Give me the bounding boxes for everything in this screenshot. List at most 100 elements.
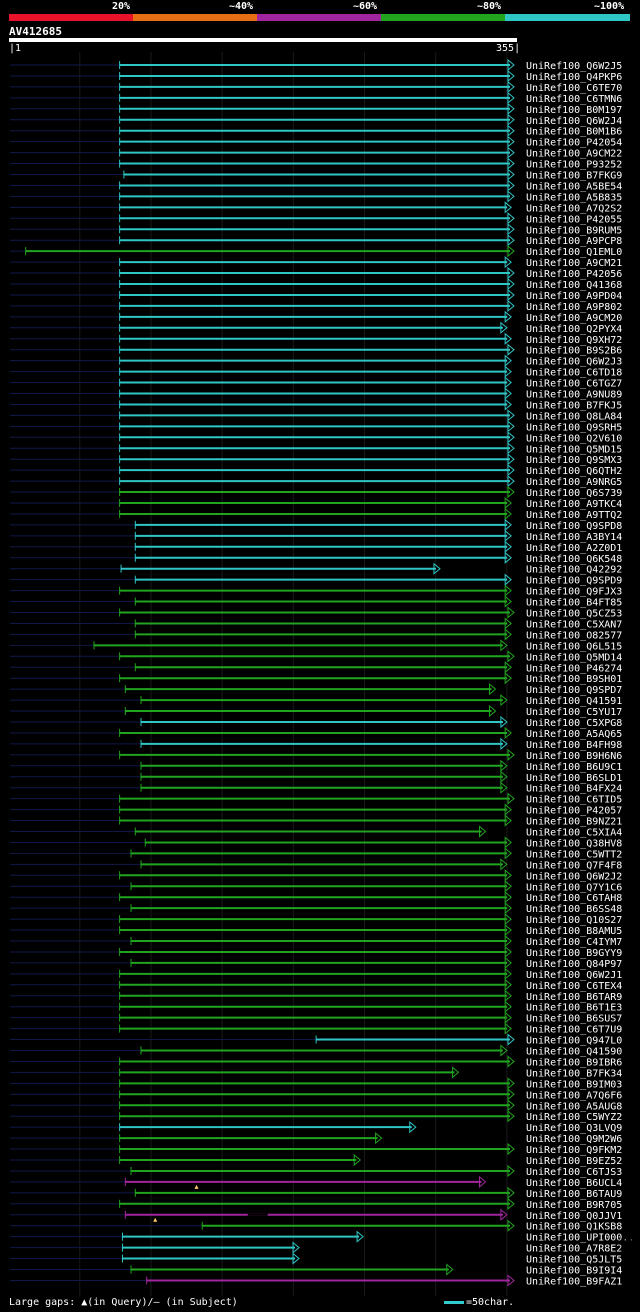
hit-label: UniRef100_Q0JJV1 [526, 1211, 622, 1222]
hit-label: UniRef100_A5AQ65 [526, 729, 622, 740]
hit-label: UniRef100_Q9FKM2 [526, 1145, 622, 1156]
hit-label: UniRef100_B9S2B6 [526, 346, 622, 357]
hit-label: UniRef100_B7FK34 [526, 1068, 622, 1079]
hit-label: UniRef100_Q6W2J4 [526, 116, 622, 127]
hit-label: UniRef100_A9PD04 [526, 291, 622, 302]
hit-label: UniRef100_O82577 [526, 630, 622, 641]
hit-label: UniRef100_Q8LA84 [526, 411, 622, 422]
hit-label: UniRef100_C6TGZ7 [526, 379, 622, 390]
hit-label: UniRef100_A5AUG8 [526, 1101, 622, 1112]
hit-label: UniRef100_B9GYY9 [526, 948, 622, 959]
hit-label: UniRef100_P42054 [526, 138, 622, 149]
hit-label: UniRef100_C5XAN7 [526, 619, 622, 630]
hit-label: UniRef100_C5XPG8 [526, 718, 622, 729]
scale-text: =50char. [466, 1297, 515, 1308]
hit-label: UniRef100_A9CM21 [526, 258, 622, 269]
hit-label: UniRef100_Q1KSB8 [526, 1222, 622, 1233]
hit-label: UniRef100_A9CM22 [526, 149, 622, 160]
hit-label: UniRef100_Q84P97 [526, 959, 622, 970]
hit-label: UniRef100_C6TID5 [526, 795, 622, 806]
hit-label: UniRef100_Q6W2J5 [526, 61, 622, 72]
hit-label: UniRef100_P42056 [526, 269, 622, 280]
hit-label: UniRef100_Q6L515 [526, 641, 622, 652]
hit-label: UniRef100_Q7Y1C6 [526, 882, 622, 893]
scale-legend: =50char. [444, 1297, 514, 1308]
gap-legend: Large gaps: ▲(in Query)/– (in Subject) [9, 1297, 238, 1308]
hit-label: UniRef100_B6UCL4 [526, 1178, 622, 1189]
hit-label: UniRef100_C6TAH8 [526, 893, 622, 904]
hit-label: UniRef100_A9NU89 [526, 390, 622, 401]
hit-label: UniRef100_A2Z0D1 [526, 543, 622, 554]
hit-label: UniRef100_Q42292 [526, 565, 622, 576]
alignment-hits-plot: UniRef100_Q6W2J5UniRef100_Q4PKP6UniRef10… [10, 52, 634, 1296]
hit-label: UniRef100_B6TAU9 [526, 1189, 622, 1200]
hit-label: UniRef100_P42055 [526, 214, 622, 225]
query-gap-marker [153, 1217, 158, 1222]
identity-legend: 20% ~40% ~60% ~80% ~100% [0, 0, 640, 22]
hit-label: UniRef100_C6TJS3 [526, 1167, 622, 1178]
hit-label: UniRef100_B9EZ52 [526, 1156, 622, 1167]
hit-label: UniRef100_Q9M2W6 [526, 1134, 622, 1145]
query-gap-marker [194, 1184, 199, 1189]
legend-label-100: ~100% [594, 1, 625, 12]
hit-label: UniRef100_Q9SPD8 [526, 521, 622, 532]
hit-label: UniRef100_A5B835 [526, 192, 622, 203]
hit-label: UniRef100_Q5JLT5 [526, 1255, 622, 1266]
hit-label: UniRef100_B4FX24 [526, 784, 622, 795]
hit-label: UniRef100_B9FAZ1 [526, 1276, 622, 1287]
legend-segment-80 [381, 14, 505, 21]
legend-segment-20 [9, 14, 133, 21]
hit-label: UniRef100_C6TE70 [526, 83, 622, 94]
hit-label: UniRef100_B6SUS7 [526, 1014, 622, 1025]
hit-label: UniRef100_Q5MD15 [526, 444, 622, 455]
hit-label: UniRef100_C6TMN6 [526, 94, 622, 105]
hit-label: UniRef100_Q7F4F8 [526, 860, 622, 871]
legend-segment-60 [257, 14, 381, 21]
hit-label: UniRef100_P46274 [526, 663, 622, 674]
hit-label: UniRef100_C6TD18 [526, 368, 622, 379]
hit-label: UniRef100_Q947L0 [526, 1036, 622, 1047]
query-bar [9, 38, 517, 42]
hit-label: UniRef100_C4IYM7 [526, 937, 622, 948]
hit-label: UniRef100_Q10S27 [526, 915, 622, 926]
hit-label: UniRef100_A9TKC4 [526, 499, 622, 510]
hit-label: UniRef100_B0M197 [526, 105, 622, 116]
hit-label: UniRef100_B9R705 [526, 1200, 622, 1211]
legend-label-20: 20% [112, 1, 131, 12]
hit-label: UniRef100_B9NZ21 [526, 817, 622, 828]
hit-label: UniRef100_B0M1B6 [526, 127, 622, 138]
hit-label: UniRef100_A5BE54 [526, 181, 622, 192]
hit-label: UniRef100_Q4PKP6 [526, 72, 622, 83]
hit-label: UniRef100_Q3LVQ9 [526, 1123, 622, 1134]
hit-label: UniRef100_A7Q6F6 [526, 1090, 622, 1101]
hit-label: UniRef100_B7FKJ5 [526, 400, 622, 411]
hit-label: UniRef100_Q1EML0 [526, 247, 622, 258]
label-overflow-fade [616, 1238, 640, 1248]
hit-label: UniRef100_B4FH98 [526, 740, 622, 751]
hit-label: UniRef100_Q5MD14 [526, 652, 622, 663]
hit-label: UniRef100_B9RUM5 [526, 225, 622, 236]
hit-label: UniRef100_C5YU17 [526, 707, 622, 718]
hit-label: UniRef100_Q38HV8 [526, 838, 622, 849]
hit-label: UniRef100_Q9SPD7 [526, 685, 622, 696]
hit-label: UniRef100_Q9SPD9 [526, 576, 622, 587]
hit-label: UniRef100_B9IM03 [526, 1079, 622, 1090]
hit-label: UniRef100_B6T1E3 [526, 1003, 622, 1014]
hit-label: UniRef100_C5WTT2 [526, 849, 622, 860]
hit-label: UniRef100_Q41368 [526, 280, 622, 291]
scale-line [444, 1300, 464, 1304]
hit-label: UniRef100_C5WYZ2 [526, 1112, 622, 1123]
hit-label: UniRef100_B8AMU5 [526, 926, 622, 937]
hit-label: UniRef100_P42057 [526, 806, 622, 817]
hit-label: UniRef100_A7R8E2 [526, 1244, 622, 1255]
hit-label: UniRef100_Q9SRH5 [526, 422, 622, 433]
hit-label: UniRef100_B9H6N6 [526, 751, 622, 762]
hit-label: UniRef100_Q9FJX3 [526, 587, 622, 598]
hit-label: UniRef100_Q41591 [526, 696, 622, 707]
hit-label: UniRef100_Q2V610 [526, 433, 622, 444]
hit-label: UniRef100_B9I9I4 [526, 1266, 622, 1277]
hit-label: UniRef100_C6TEX4 [526, 981, 622, 992]
hit-label: UniRef100_A7Q2S2 [526, 203, 622, 214]
legend-segment-40 [133, 14, 257, 21]
hit-label: UniRef100_A9TTQ2 [526, 510, 622, 521]
